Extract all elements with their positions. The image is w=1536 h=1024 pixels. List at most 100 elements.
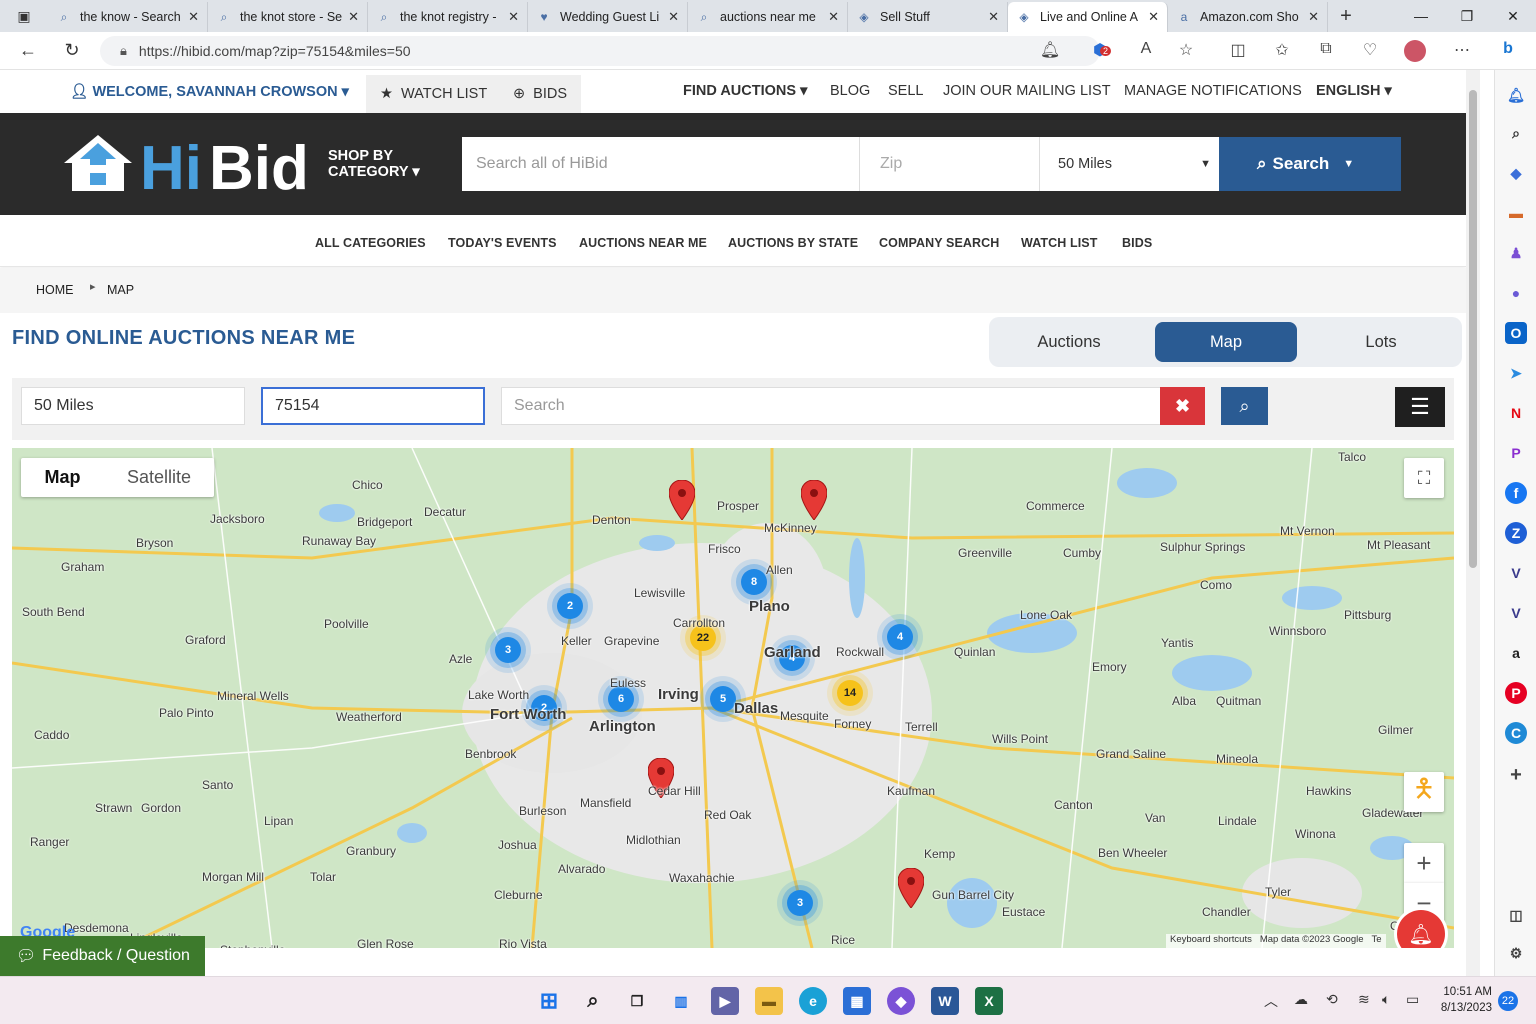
nav-auctions-near-me[interactable]: AUCTIONS NEAR ME xyxy=(579,236,707,250)
manage-notifications-link[interactable]: MANAGE NOTIFICATIONS xyxy=(1124,83,1302,99)
language-menu[interactable]: ENGLISH ▾ xyxy=(1316,83,1392,99)
view-auctions-tab[interactable]: Auctions xyxy=(998,322,1140,362)
close-tab-icon[interactable]: ✕ xyxy=(188,9,199,25)
zip-filter-input[interactable]: 75154 xyxy=(261,387,485,425)
refresh-icon[interactable]: ↻ xyxy=(50,40,94,61)
sell-link[interactable]: SELL xyxy=(888,83,923,99)
more-menu-icon[interactable]: ⋯ xyxy=(1450,40,1474,60)
zoom-icon[interactable]: Z xyxy=(1505,522,1527,544)
map-cluster[interactable]: 3 xyxy=(787,890,813,916)
map-marker-icon[interactable] xyxy=(897,867,925,909)
favorites-icon[interactable]: ✩ xyxy=(1270,40,1294,60)
shopping-tag-icon[interactable]: ◆ xyxy=(1505,162,1527,184)
map-cluster[interactable]: 3 xyxy=(495,637,521,663)
facebook-icon[interactable]: f xyxy=(1505,482,1527,504)
start-windows-icon[interactable]: ⊞ xyxy=(535,987,563,1015)
pinterest-icon[interactable]: P xyxy=(1505,682,1527,704)
battery-icon[interactable]: ▭ xyxy=(1406,991,1419,1008)
page-scrollbar[interactable] xyxy=(1466,70,1480,976)
store-icon[interactable]: ▦ xyxy=(843,987,871,1015)
copilot-icon[interactable]: C xyxy=(1505,722,1527,744)
close-window-icon[interactable]: ✕ xyxy=(1490,0,1536,32)
browser-tab[interactable]: ◈ Live and Online A ✕ xyxy=(1008,2,1168,32)
browser-tab[interactable]: ◈ Sell Stuff ✕ xyxy=(848,2,1008,32)
performance-icon[interactable]: ♡ xyxy=(1358,40,1382,60)
auction-map[interactable]: 2 8 3 22 4 4 6 5 14 2 3 Chico Decatur Denton Prosper M… xyxy=(12,448,1454,948)
menu-button[interactable]: ☰ xyxy=(1395,387,1445,427)
hide-sidebar-icon[interactable]: ◫ xyxy=(1505,904,1527,926)
browser-tab[interactable]: ⌕ auctions near me ✕ xyxy=(688,2,848,32)
map-cluster[interactable]: 14 xyxy=(837,680,863,706)
terms-link[interactable]: Te xyxy=(1372,934,1382,948)
close-tab-icon[interactable]: ✕ xyxy=(508,9,519,25)
file-explorer-icon[interactable]: ▬ xyxy=(755,987,783,1015)
extension-icon[interactable]: ⬢2 xyxy=(1088,40,1112,60)
nav-bids[interactable]: BIDS xyxy=(1122,236,1152,250)
games-icon[interactable]: ♟ xyxy=(1505,242,1527,264)
map-cluster[interactable]: 4 xyxy=(887,624,913,650)
new-tab-button[interactable]: + xyxy=(1328,5,1364,28)
fullscreen-button[interactable]: ⛶ xyxy=(1404,458,1444,498)
browser-tab[interactable]: ♥ Wedding Guest Li ✕ xyxy=(528,2,688,32)
pegman-button[interactable]: 🯅 xyxy=(1404,772,1444,812)
browser-tab[interactable]: ⌕ the knot registry - ✕ xyxy=(368,2,528,32)
breadcrumb-home[interactable]: HOME xyxy=(36,283,74,297)
back-icon[interactable]: ← xyxy=(6,40,50,61)
nav-auctions-by-state[interactable]: AUCTIONS BY STATE xyxy=(728,236,858,250)
excel-icon[interactable]: X xyxy=(975,987,1003,1015)
netflix-icon[interactable]: N xyxy=(1505,402,1527,424)
header-search-button[interactable]: ⌕ Search ▼ xyxy=(1219,137,1401,191)
restore-icon[interactable]: ❐ xyxy=(1444,0,1490,32)
word-icon[interactable]: W xyxy=(931,987,959,1015)
shop-by-category-menu[interactable]: SHOP BY CATEGORY ▾ xyxy=(328,148,420,180)
map-marker-icon[interactable] xyxy=(800,479,828,521)
welcome-menu[interactable]: 👤︎ WELCOME, SAVANNAH CROWSON ▾ xyxy=(70,83,349,100)
submit-search-button[interactable]: ⌕ xyxy=(1221,387,1268,425)
blog-link[interactable]: BLOG xyxy=(830,83,870,99)
nav-company-search[interactable]: COMPANY SEARCH xyxy=(879,236,999,250)
header-zip-input[interactable]: Zip xyxy=(859,137,1039,191)
map-cluster[interactable]: 2 xyxy=(557,593,583,619)
feedback-button[interactable]: 💬︎ Feedback / Question xyxy=(0,936,205,976)
scrollbar-thumb[interactable] xyxy=(1469,90,1477,568)
nav-watch-list[interactable]: WATCH LIST xyxy=(1021,236,1097,250)
browser-tab[interactable]: ⌕ the knot store - Se ✕ xyxy=(208,2,368,32)
teams-chat-icon[interactable]: ▶ xyxy=(711,987,739,1015)
vpn-alt-icon[interactable]: V xyxy=(1505,602,1527,624)
office-icon[interactable]: ● xyxy=(1505,282,1527,304)
copilot-taskbar-icon[interactable]: ◆ xyxy=(887,987,915,1015)
notification-count-badge[interactable]: 22 xyxy=(1498,991,1518,1011)
browser-tab[interactable]: a Amazon.com Sho ✕ xyxy=(1168,2,1328,32)
bell-icon[interactable]: 🔔︎ xyxy=(1505,84,1527,106)
watch-list-button[interactable]: ★ WATCH LIST xyxy=(366,75,502,113)
url-field[interactable]: 🔒︎ https://hibid.com/map?zip=75154&miles… xyxy=(100,36,1100,66)
clock[interactable]: 10:51 AM 8/13/2023 xyxy=(1434,984,1492,1016)
send-icon[interactable]: ➤ xyxy=(1505,362,1527,384)
keyword-search-input[interactable]: Search xyxy=(501,387,1161,425)
mailing-list-link[interactable]: JOIN OUR MAILING LIST xyxy=(943,83,1111,99)
map-cluster[interactable]: 5 xyxy=(710,686,736,712)
tools-icon[interactable]: ▬ xyxy=(1505,202,1527,224)
map-type-map-button[interactable]: Map xyxy=(21,458,104,497)
widgets-icon[interactable]: ▥ xyxy=(667,987,695,1015)
map-cluster[interactable]: 8 xyxy=(741,569,767,595)
bids-button[interactable]: ⊕ BIDS xyxy=(499,75,581,113)
close-tab-icon[interactable]: ✕ xyxy=(348,9,359,25)
close-tab-icon[interactable]: ✕ xyxy=(828,9,839,25)
volume-icon[interactable]: 🔈︎ xyxy=(1382,991,1390,1008)
nav-todays-events[interactable]: TODAY'S EVENTS xyxy=(448,236,557,250)
nav-all-categories[interactable]: ALL CATEGORIES xyxy=(315,236,426,250)
close-tab-icon[interactable]: ✕ xyxy=(668,9,679,25)
settings-gear-icon[interactable]: ⚙ xyxy=(1505,942,1527,964)
map-type-satellite-button[interactable]: Satellite xyxy=(104,458,214,497)
zoom-in-button[interactable]: + xyxy=(1404,843,1444,883)
header-miles-select[interactable]: 50 Miles ▼ xyxy=(1039,137,1219,191)
header-search-input[interactable]: Search all of HiBid xyxy=(462,137,859,191)
outlook-icon[interactable]: O xyxy=(1505,322,1527,344)
view-map-tab[interactable]: Map xyxy=(1155,322,1297,362)
edge-browser-icon[interactable]: e xyxy=(799,987,827,1015)
add-sidebar-icon[interactable]: + xyxy=(1505,764,1527,786)
picsart-icon[interactable]: P xyxy=(1505,442,1527,464)
favorite-star-icon[interactable]: ☆ xyxy=(1174,40,1198,60)
profile-avatar[interactable] xyxy=(1404,40,1426,62)
